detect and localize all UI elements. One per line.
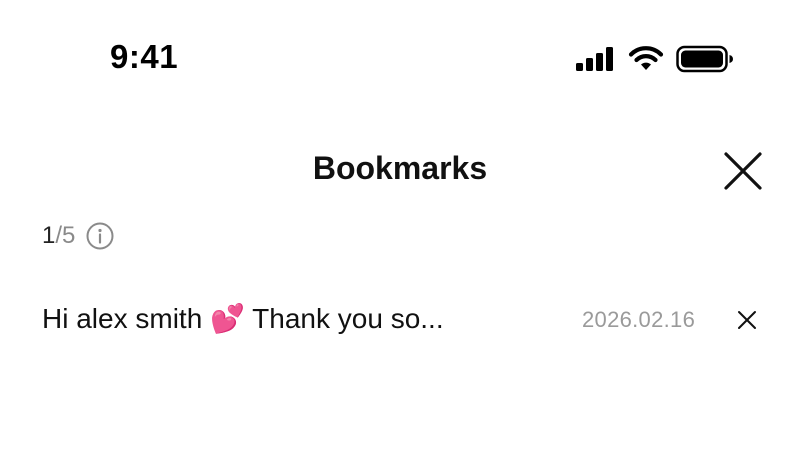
status-icons: [576, 45, 734, 73]
bookmarks-screen: 9:41 Bookmarks 1/5 Hi alex smith 💕 Thank…: [0, 0, 800, 450]
close-button[interactable]: [722, 150, 764, 192]
page-title: Bookmarks: [312, 150, 488, 186]
info-icon[interactable]: [85, 221, 115, 251]
bookmark-message-preview: Hi alex smith 💕 Thank you so...: [42, 303, 444, 334]
battery-icon: [676, 45, 733, 73]
status-time: 9:41: [110, 38, 179, 75]
close-icon: [724, 152, 762, 190]
bookmark-item[interactable]: Hi alex smith 💕 Thank you so... 2026.02.…: [0, 294, 800, 348]
cellular-signal-icon: [576, 47, 613, 71]
remove-bookmark-button[interactable]: [735, 308, 759, 332]
close-icon: [738, 311, 756, 329]
wifi-icon: [628, 46, 664, 70]
bookmark-counter: 1/5: [42, 221, 115, 251]
bookmark-date: 2026.02.16: [582, 307, 696, 332]
counter-current: 1: [42, 222, 56, 249]
counter-total: /5: [55, 222, 76, 249]
counter-text: 1/5: [42, 222, 75, 250]
